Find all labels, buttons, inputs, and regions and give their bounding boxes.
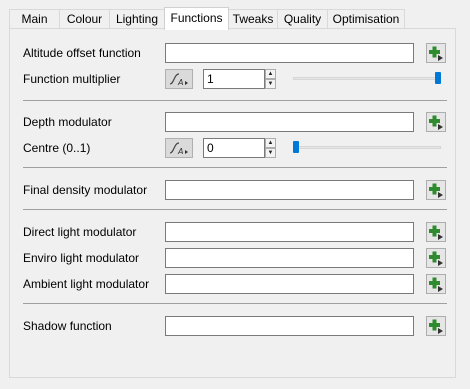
add-plus-icon <box>429 277 443 292</box>
altitude-offset-add-button[interactable] <box>426 43 446 63</box>
tab-quality[interactable]: Quality <box>277 9 328 29</box>
direct-light-modulator-label: Direct light modulator <box>23 225 137 239</box>
spin-up-arrow-icon[interactable]: ▲ <box>265 138 276 148</box>
divider <box>23 209 447 210</box>
add-plus-icon <box>429 115 443 130</box>
spin-up-arrow-icon[interactable]: ▲ <box>265 69 276 79</box>
depth-modulator-label: Depth modulator <box>23 115 112 129</box>
centre-curve-button[interactable]: A <box>165 138 193 158</box>
final-density-modulator-field[interactable] <box>165 180 414 200</box>
add-plus-icon <box>429 183 443 198</box>
centre-label: Centre (0..1) <box>23 141 91 155</box>
final-density-modulator-add-button[interactable] <box>426 180 446 200</box>
shadow-function-label: Shadow function <box>23 319 112 333</box>
functions-panel: Altitude offset function Function multip… <box>9 28 456 378</box>
function-curve-icon: A <box>169 142 188 155</box>
svg-text:A: A <box>177 147 183 155</box>
function-curve-icon: A <box>169 73 188 86</box>
svg-text:A: A <box>177 78 183 86</box>
tab-lighting[interactable]: Lighting <box>109 9 165 29</box>
centre-spinbox[interactable]: 0 <box>203 138 265 158</box>
divider <box>23 100 447 101</box>
enviro-light-modulator-label: Enviro light modulator <box>23 251 140 265</box>
tab-optimisation[interactable]: Optimisation <box>327 9 405 29</box>
centre-spin-buttons: ▲ ▼ <box>265 138 276 158</box>
function-multiplier-spin-buttons: ▲ ▼ <box>265 69 276 89</box>
spin-down-arrow-icon[interactable]: ▼ <box>265 79 276 89</box>
slider-thumb[interactable] <box>435 72 441 84</box>
add-plus-icon <box>429 319 443 334</box>
slider-track <box>293 146 441 149</box>
depth-modulator-field[interactable] <box>165 112 414 132</box>
function-multiplier-spinbox[interactable]: 1 <box>203 69 265 89</box>
function-multiplier-curve-button[interactable]: A <box>165 69 193 89</box>
enviro-light-modulator-field[interactable] <box>165 248 414 268</box>
altitude-offset-label: Altitude offset function <box>23 46 141 60</box>
tab-functions[interactable]: Functions <box>164 7 229 30</box>
centre-slider[interactable] <box>293 141 441 153</box>
direct-light-modulator-field[interactable] <box>165 222 414 242</box>
depth-modulator-add-button[interactable] <box>426 112 446 132</box>
ambient-light-modulator-add-button[interactable] <box>426 274 446 294</box>
tab-colour[interactable]: Colour <box>59 9 110 29</box>
divider <box>23 303 447 304</box>
slider-track <box>293 77 441 80</box>
add-plus-icon <box>429 46 443 61</box>
tab-main[interactable]: Main <box>9 9 60 29</box>
altitude-offset-field[interactable] <box>165 43 414 63</box>
ambient-light-modulator-field[interactable] <box>165 274 414 294</box>
tab-tweaks[interactable]: Tweaks <box>228 9 278 29</box>
slider-thumb[interactable] <box>293 141 299 153</box>
add-plus-icon <box>429 251 443 266</box>
shadow-function-field[interactable] <box>165 316 414 336</box>
function-multiplier-label: Function multiplier <box>23 72 121 86</box>
final-density-modulator-label: Final density modulator <box>23 183 148 197</box>
function-multiplier-slider[interactable] <box>293 72 441 84</box>
divider <box>23 167 447 168</box>
enviro-light-modulator-add-button[interactable] <box>426 248 446 268</box>
spin-down-arrow-icon[interactable]: ▼ <box>265 148 276 158</box>
direct-light-modulator-add-button[interactable] <box>426 222 446 242</box>
shadow-function-add-button[interactable] <box>426 316 446 336</box>
add-plus-icon <box>429 225 443 240</box>
ambient-light-modulator-label: Ambient light modulator <box>23 277 150 291</box>
